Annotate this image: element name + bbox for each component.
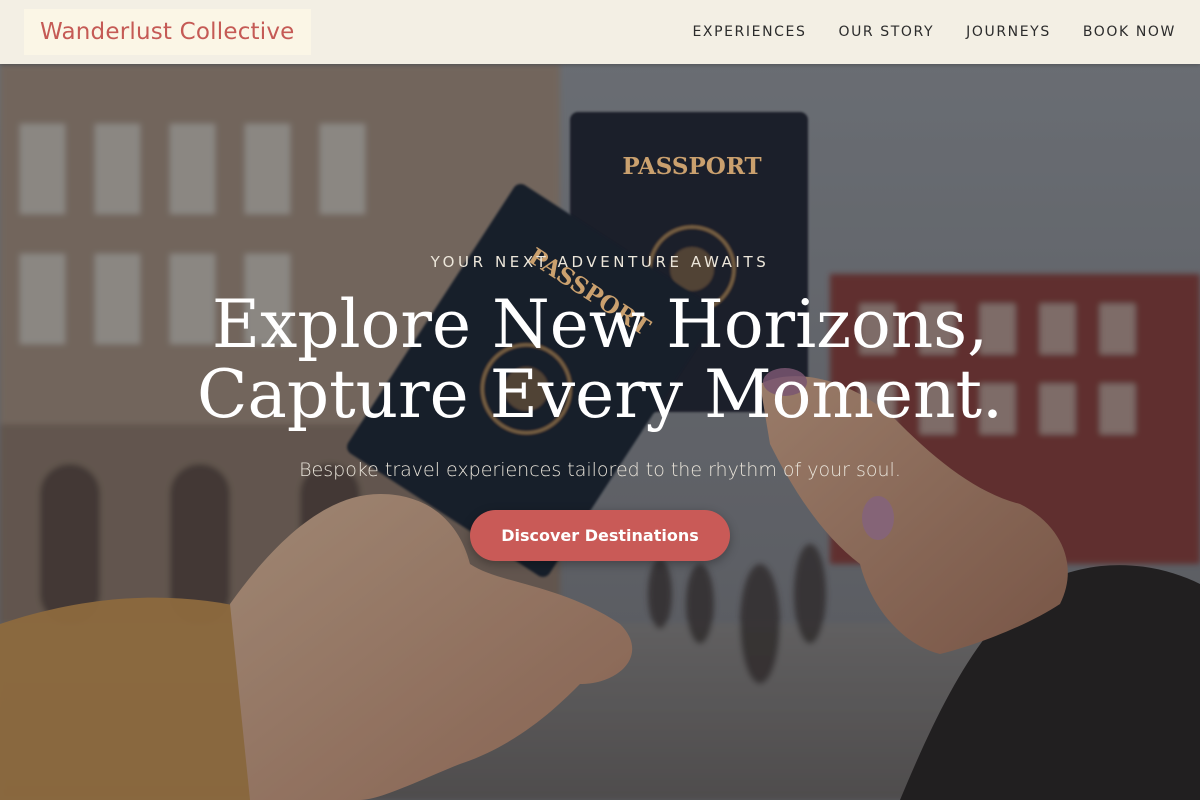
hero-kicker: YOUR NEXT ADVENTURE AWAITS bbox=[430, 253, 770, 271]
site-logo[interactable]: Wanderlust Collective bbox=[24, 9, 311, 55]
nav-journeys[interactable]: JOURNEYS bbox=[966, 24, 1051, 40]
passport-back-label: PASSPORT bbox=[622, 153, 761, 180]
nav-our-story[interactable]: OUR STORY bbox=[838, 24, 934, 40]
hero-section: PASSPORT PASSPORT YOUR NEXT ADVENTURE AW… bbox=[0, 64, 1200, 800]
nav-experiences[interactable]: EXPERIENCES bbox=[692, 24, 806, 40]
site-header: Wanderlust Collective EXPERIENCES OUR ST… bbox=[0, 0, 1200, 64]
nav-book-now[interactable]: BOOK NOW bbox=[1083, 24, 1176, 40]
headline-line-1: Explore New Horizons, bbox=[211, 286, 989, 363]
hero-subtitle: Bespoke travel experiences tailored to t… bbox=[299, 459, 901, 481]
discover-destinations-button[interactable]: Discover Destinations bbox=[470, 510, 730, 561]
hero-headline: Explore New Horizons, Capture Every Mome… bbox=[0, 290, 1200, 430]
main-nav: EXPERIENCES OUR STORY JOURNEYS BOOK NOW bbox=[692, 24, 1176, 40]
headline-line-2: Capture Every Moment. bbox=[196, 356, 1004, 433]
